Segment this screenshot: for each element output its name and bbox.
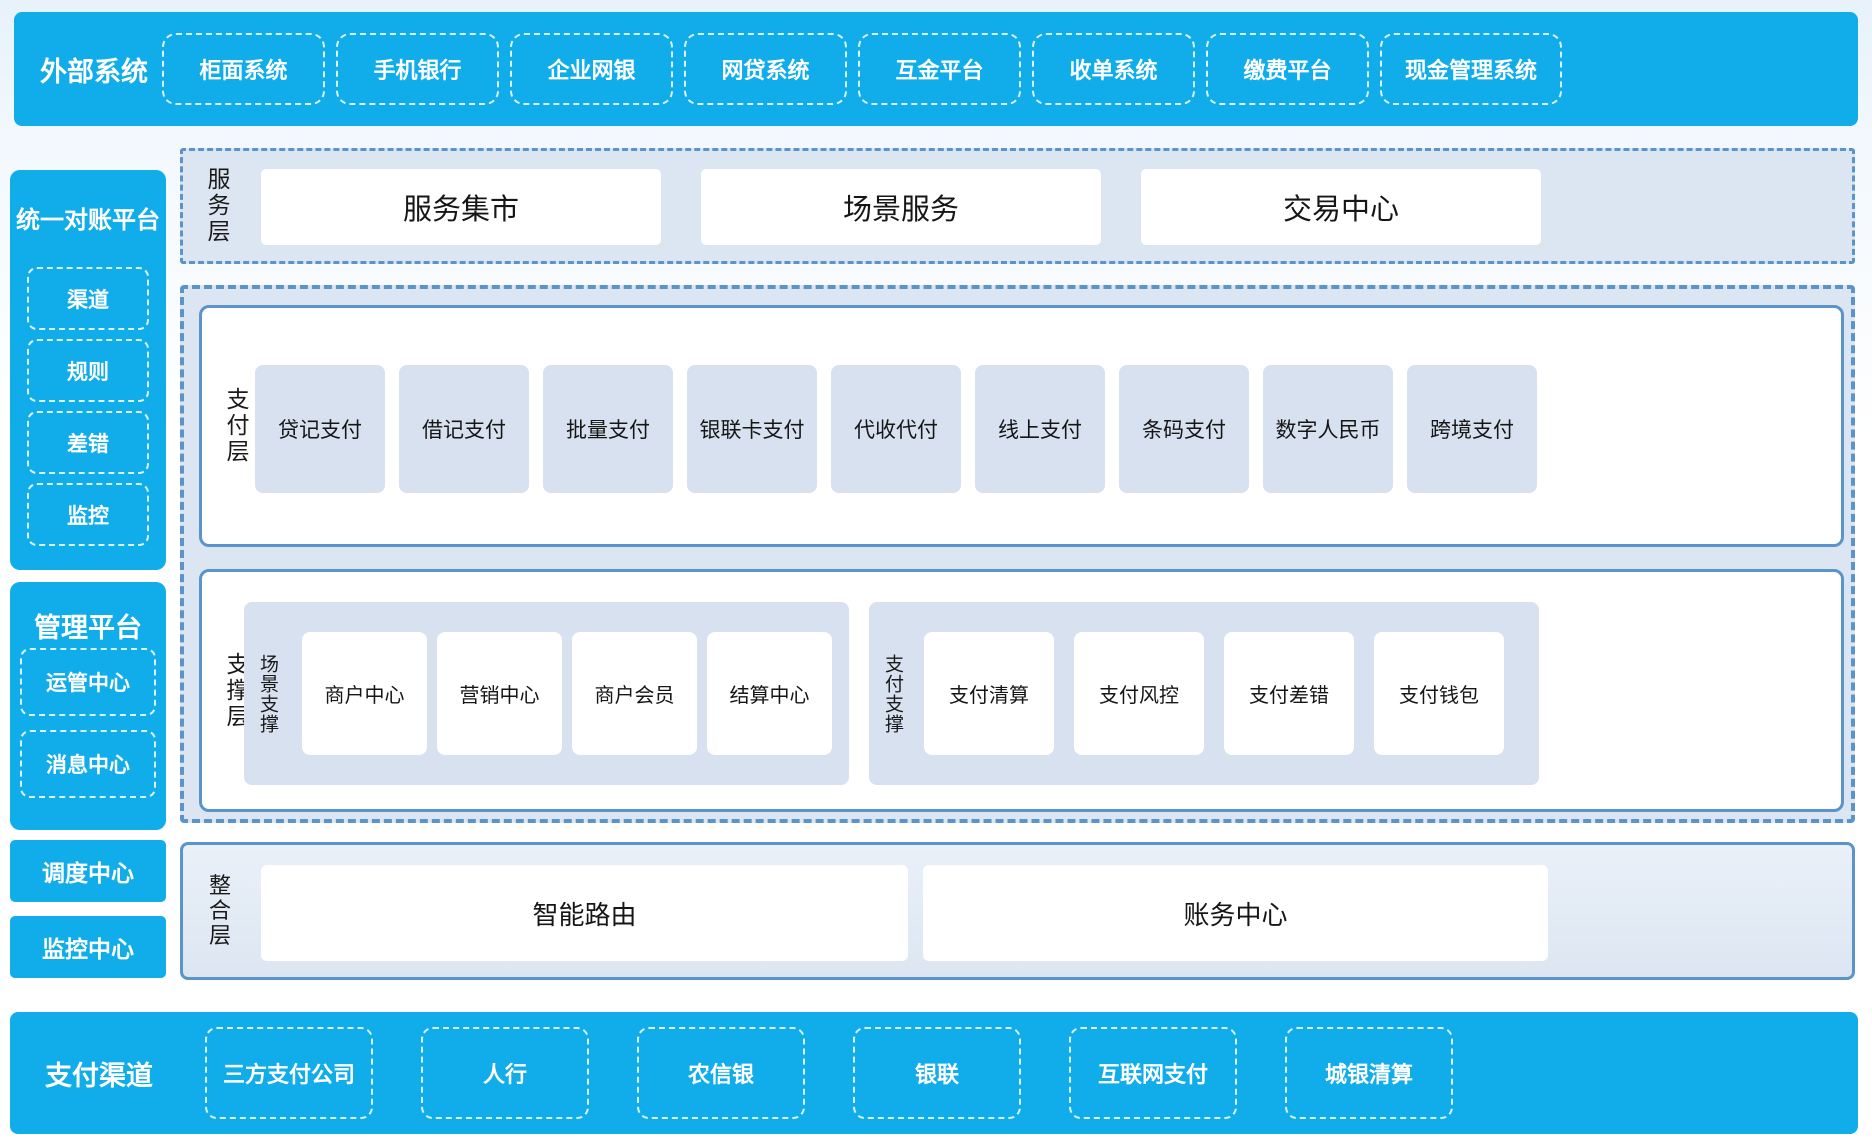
external-system-item: 收单系统	[1032, 33, 1195, 105]
marketing-center-box: 营销中心	[437, 632, 562, 755]
support-layer-panel: 支撑层 场景支撑 商户中心 营销中心 商户会员 结算中心 支付支撑 支付清算 支…	[199, 569, 1844, 812]
sidebar-item-channel: 渠道	[27, 267, 149, 330]
integration-layer-panel: 整合层 智能路由 账务中心	[180, 842, 1855, 980]
cross-border-box: 跨境支付	[1407, 365, 1537, 493]
external-systems-items: 柜面系统 手机银行 企业网银 网贷系统 互金平台 收单系统 缴费平台 现金管理系…	[162, 33, 1562, 105]
payment-layer-label: 支付层	[224, 387, 247, 465]
core-layers-container: 支付层 贷记支付 借记支付 批量支付 银联卡支付 代收代付 线上支付 条码支付 …	[180, 285, 1855, 823]
external-system-item: 互金平台	[858, 33, 1021, 105]
service-layer-panel: 服务层 服务集市 场景服务 交易中心	[180, 148, 1855, 264]
payment-layer-panel: 支付层 贷记支付 借记支付 批量支付 银联卡支付 代收代付 线上支付 条码支付 …	[199, 305, 1844, 547]
payment-channel-item: 农信银	[637, 1027, 805, 1119]
service-market-box: 服务集市	[261, 169, 661, 245]
management-platform-title: 管理平台	[10, 606, 166, 645]
external-systems-title: 外部系统	[14, 50, 150, 89]
settlement-center-box: 结算中心	[707, 632, 832, 755]
collection-payment-box: 代收代付	[831, 365, 961, 493]
reconciliation-platform-panel: 统一对账平台 渠道 规则 差错 监控	[10, 170, 166, 570]
payment-channel-item: 互联网支付	[1069, 1027, 1237, 1119]
scene-support-label: 场景支撑	[258, 654, 277, 734]
payment-channels-items: 三方支付公司 人行 农信银 银联 互联网支付 城银清算	[205, 1027, 1453, 1119]
scene-support-group: 场景支撑 商户中心 营销中心 商户会员 结算中心	[244, 602, 849, 785]
management-platform-panel: 管理平台 运管中心 消息中心	[10, 582, 166, 830]
smart-routing-box: 智能路由	[261, 865, 908, 961]
external-system-item: 现金管理系统	[1380, 33, 1562, 105]
service-layer-label: 服务层	[205, 167, 228, 245]
payment-wallet-box: 支付钱包	[1374, 632, 1504, 755]
sidebar-item-rules: 规则	[27, 339, 149, 402]
sidebar-item-errors: 差错	[27, 411, 149, 474]
integration-layer-label: 整合层	[207, 874, 229, 949]
payment-clearing-box: 支付清算	[924, 632, 1054, 755]
payment-risk-box: 支付风控	[1074, 632, 1204, 755]
payment-error-box: 支付差错	[1224, 632, 1354, 755]
trade-center-box: 交易中心	[1141, 169, 1541, 245]
payment-support-label: 支付支撑	[883, 654, 902, 734]
payment-channels-bar: 支付渠道 三方支付公司 人行 农信银 银联 互联网支付 城银清算	[10, 1012, 1858, 1134]
unionpay-card-box: 银联卡支付	[687, 365, 817, 493]
payment-support-group: 支付支撑 支付清算 支付风控 支付差错 支付钱包	[869, 602, 1539, 785]
accounting-center-box: 账务中心	[923, 865, 1548, 961]
credit-payment-box: 贷记支付	[255, 365, 385, 493]
external-system-item: 企业网银	[510, 33, 673, 105]
sidebar-item-monitor: 监控	[27, 483, 149, 546]
payment-channel-item: 银联	[853, 1027, 1021, 1119]
payment-channels-title: 支付渠道	[10, 1054, 170, 1093]
dispatch-center-block: 调度中心	[10, 840, 166, 902]
scene-service-box: 场景服务	[701, 169, 1101, 245]
external-system-item: 柜面系统	[162, 33, 325, 105]
digital-rmb-box: 数字人民币	[1263, 365, 1393, 493]
external-system-item: 缴费平台	[1206, 33, 1369, 105]
online-payment-box: 线上支付	[975, 365, 1105, 493]
sidebar-item-operations-center: 运管中心	[20, 648, 156, 716]
sidebar-item-message-center: 消息中心	[20, 730, 156, 798]
merchant-center-box: 商户中心	[302, 632, 427, 755]
reconciliation-platform-title: 统一对账平台	[10, 200, 166, 235]
external-system-item: 网贷系统	[684, 33, 847, 105]
external-system-item: 手机银行	[336, 33, 499, 105]
external-systems-bar: 外部系统 柜面系统 手机银行 企业网银 网贷系统 互金平台 收单系统 缴费平台 …	[14, 12, 1858, 126]
payment-channel-item: 三方支付公司	[205, 1027, 373, 1119]
merchant-member-box: 商户会员	[572, 632, 697, 755]
barcode-payment-box: 条码支付	[1119, 365, 1249, 493]
monitor-center-block: 监控中心	[10, 916, 166, 978]
payment-channel-item: 人行	[421, 1027, 589, 1119]
payment-channel-item: 城银清算	[1285, 1027, 1453, 1119]
debit-payment-box: 借记支付	[399, 365, 529, 493]
batch-payment-box: 批量支付	[543, 365, 673, 493]
